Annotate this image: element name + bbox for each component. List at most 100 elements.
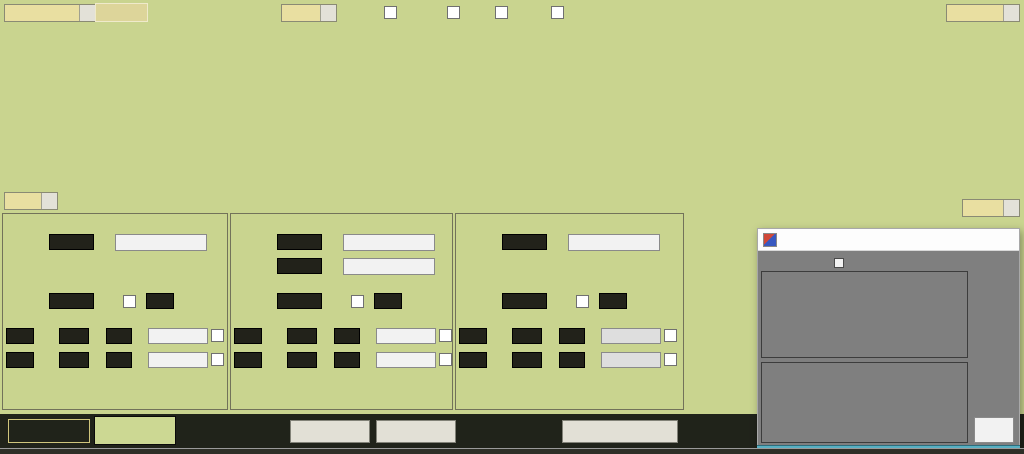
- close-button[interactable]: [993, 231, 1015, 247]
- mid-xover2-freq-spinner[interactable]: [322, 258, 335, 276]
- high-panel: [455, 213, 684, 410]
- low-eq1-freq-spinner[interactable]: [34, 328, 47, 346]
- high-inv-checkbox[interactable]: [576, 295, 589, 308]
- low-eq1-boost[interactable]: [106, 328, 132, 344]
- mid-xover1-freq[interactable]: [277, 234, 322, 250]
- mid-eq1-type-value: [377, 329, 421, 343]
- mid-eq1-freq[interactable]: [234, 328, 262, 344]
- low-eq2-boost-spinner[interactable]: [132, 352, 145, 370]
- high-eq1-enable-checkbox[interactable]: [664, 329, 677, 342]
- mid-xover1-type-select[interactable]: [343, 234, 435, 251]
- mid-eq2-freq[interactable]: [234, 352, 262, 368]
- mid-eq1-freq-spinner[interactable]: [262, 328, 275, 346]
- low-gain-spinner[interactable]: [94, 293, 107, 311]
- low-eq2-freq-spinner[interactable]: [34, 352, 47, 370]
- low-eq2-type-select[interactable]: [148, 352, 208, 368]
- mid-eq2-enable-checkbox[interactable]: [439, 353, 452, 366]
- mid-eq2-type-value: [377, 353, 421, 367]
- mid-eq2-freq-spinner[interactable]: [262, 352, 275, 370]
- low-xover-freq[interactable]: [49, 234, 94, 250]
- low-eq2-enable-checkbox[interactable]: [211, 353, 224, 366]
- phase-range-value: [947, 5, 1003, 21]
- freq-max-select[interactable]: [962, 199, 1020, 217]
- low-eq2-freq[interactable]: [6, 352, 34, 368]
- low-eq2-q-spinner[interactable]: [89, 352, 102, 370]
- low-eq1-enable-checkbox[interactable]: [211, 329, 224, 342]
- low-eq2-q[interactable]: [59, 352, 89, 368]
- low-inv-checkbox[interactable]: [123, 295, 136, 308]
- chevron-down-icon[interactable]: [320, 5, 336, 21]
- unwrap-checkbox[interactable]: [551, 6, 564, 19]
- high-xover-freq-spinner[interactable]: [547, 234, 560, 252]
- mid-gain-spinner[interactable]: [322, 293, 335, 311]
- high-xover-type-select[interactable]: [568, 234, 660, 251]
- mid-inv-checkbox[interactable]: [351, 295, 364, 308]
- canal-l-tab[interactable]: [8, 419, 90, 443]
- mid-eq1-type-select[interactable]: [376, 328, 436, 344]
- freq-min-select[interactable]: [4, 192, 58, 210]
- mid-eq1-boost[interactable]: [334, 328, 360, 344]
- chevron-down-icon[interactable]: [79, 5, 95, 21]
- low-delay[interactable]: [146, 293, 174, 309]
- canal-r-tab[interactable]: [94, 416, 176, 445]
- mid-gain[interactable]: [277, 293, 322, 309]
- mid-eq1-q[interactable]: [287, 328, 317, 344]
- mid-eq1-q-spinner[interactable]: [317, 328, 330, 346]
- lissage-value: [282, 5, 320, 21]
- chevron-down-icon: [420, 259, 434, 274]
- spl-checkbox[interactable]: [447, 6, 460, 19]
- filtres-global-checkbox[interactable]: [834, 258, 844, 268]
- copy-l-to-r-button[interactable]: [290, 420, 370, 443]
- mid-delay[interactable]: [374, 293, 402, 309]
- high-xover-freq[interactable]: [502, 234, 547, 250]
- low-gain[interactable]: [49, 293, 94, 309]
- high-eq1-type-select: [601, 328, 661, 344]
- high-delay[interactable]: [599, 293, 627, 309]
- mid-eq2-q-spinner[interactable]: [317, 352, 330, 370]
- tous-off-button[interactable]: [974, 417, 1014, 443]
- filter-curves-box: [761, 271, 968, 358]
- low-xover-freq-spinner[interactable]: [94, 234, 107, 252]
- mid-eq2-boost[interactable]: [334, 352, 360, 368]
- low-eq1-boost-spinner[interactable]: [132, 328, 145, 346]
- high-eq1-q-spinner: [542, 328, 555, 346]
- chevron-down-icon[interactable]: [41, 193, 57, 209]
- phase-range-select[interactable]: [946, 4, 1020, 22]
- low-eq1-type-select[interactable]: [148, 328, 208, 344]
- mid-xover1-freq-spinner[interactable]: [322, 234, 335, 252]
- high-eq2-type-value: [602, 353, 646, 367]
- low-eq1-freq[interactable]: [6, 328, 34, 344]
- mid-delay-spinner[interactable]: [402, 293, 415, 311]
- low-eq1-q-spinner[interactable]: [89, 328, 102, 346]
- minimize-button[interactable]: [941, 231, 963, 247]
- chevron-down-icon[interactable]: [1003, 5, 1019, 21]
- phase-checkbox[interactable]: [495, 6, 508, 19]
- low-eq1-q[interactable]: [59, 328, 89, 344]
- courbes-button[interactable]: [95, 3, 148, 22]
- high-eq2-enable-checkbox[interactable]: [664, 353, 677, 366]
- chevron-down-icon[interactable]: [1003, 200, 1019, 216]
- low-eq2-boost[interactable]: [106, 352, 132, 368]
- low-xover-type-select[interactable]: [115, 234, 207, 251]
- lr-checkbox[interactable]: [384, 6, 397, 19]
- mid-eq2-q[interactable]: [287, 352, 317, 368]
- freq-max-value: [963, 200, 1003, 216]
- mid-eq1-boost-spinner[interactable]: [360, 328, 373, 346]
- transfert-to-dsp-button[interactable]: [562, 420, 678, 443]
- low-delay-spinner[interactable]: [174, 293, 187, 311]
- high-delay-spinner[interactable]: [627, 293, 640, 311]
- mid-xover2-type-select[interactable]: [343, 258, 435, 275]
- copy-r-to-l-button[interactable]: [376, 420, 456, 443]
- lissage-select[interactable]: [281, 4, 337, 22]
- mid-eq1-enable-checkbox[interactable]: [439, 329, 452, 342]
- db-range-select[interactable]: [4, 4, 96, 22]
- high-gain-spinner[interactable]: [547, 293, 560, 311]
- mid-eq2-type-select[interactable]: [376, 352, 436, 368]
- high-eq2-type-select: [601, 352, 661, 368]
- window-titlebar[interactable]: [758, 229, 1019, 251]
- maximize-button[interactable]: [967, 231, 989, 247]
- db-range-value: [5, 5, 79, 21]
- high-gain[interactable]: [502, 293, 547, 309]
- mid-xover2-freq[interactable]: [277, 258, 322, 274]
- mid-eq2-boost-spinner[interactable]: [360, 352, 373, 370]
